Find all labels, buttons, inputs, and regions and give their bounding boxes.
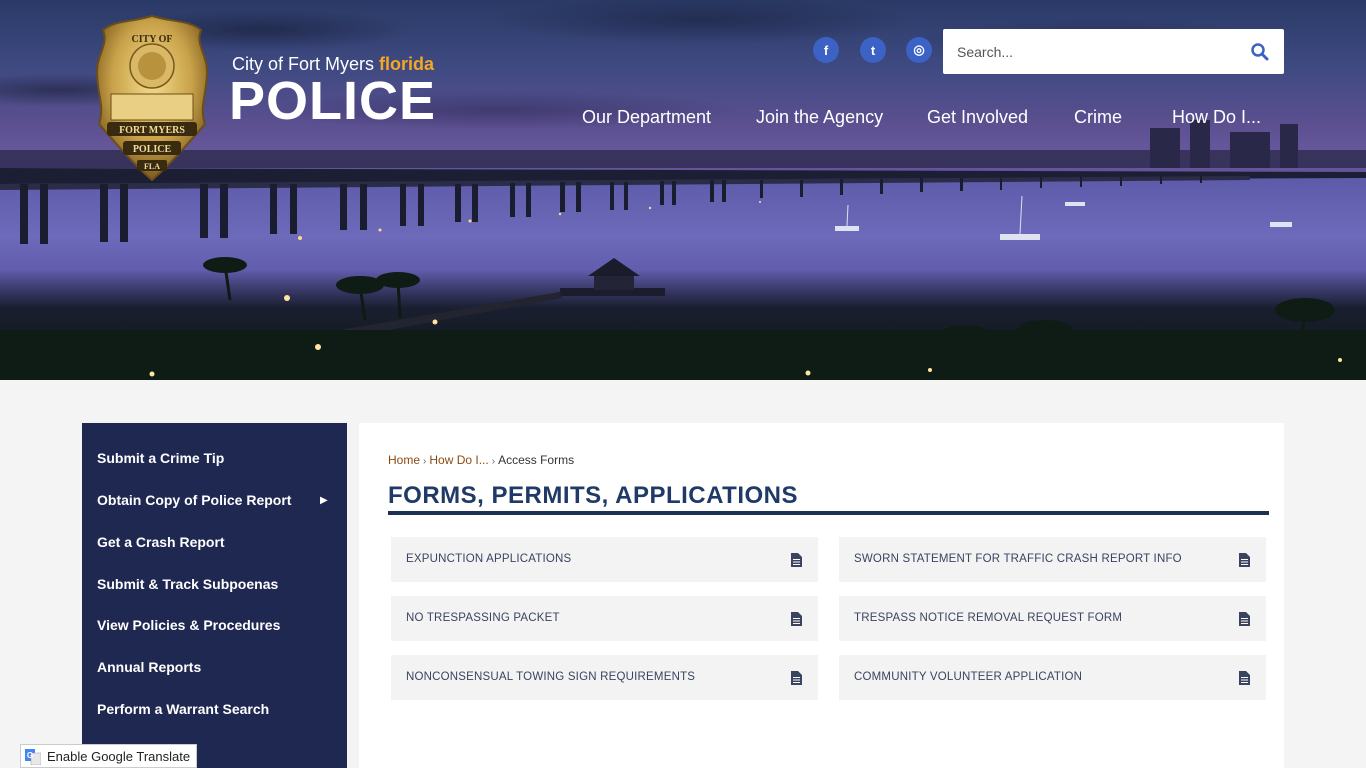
form-link-towing-sign[interactable]: NONCONSENSUAL TOWING SIGN REQUIREMENTS (391, 655, 818, 700)
breadcrumb-home[interactable]: Home (388, 453, 420, 467)
sidebar-menu: Submit a Crime Tip Obtain Copy of Police… (82, 423, 347, 768)
document-icon (791, 553, 802, 567)
form-link-label: NO TRESPASSING PACKET (406, 612, 560, 624)
badge-state-text: FLA (144, 162, 160, 171)
expand-arrow-icon[interactable]: ▶ (320, 495, 328, 506)
document-icon (791, 671, 802, 685)
sidebar-item-subpoenas[interactable]: Submit & Track Subpoenas (97, 576, 278, 592)
form-link-community-volunteer[interactable]: COMMUNITY VOLUNTEER APPLICATION (839, 655, 1266, 700)
form-link-label: COMMUNITY VOLUNTEER APPLICATION (854, 671, 1083, 683)
svg-text:G: G (27, 751, 33, 760)
form-link-expunction[interactable]: EXPUNCTION APPLICATIONS (391, 537, 818, 582)
nav-get-involved[interactable]: Get Involved (927, 107, 1028, 128)
nav-how-do-i[interactable]: How Do I... (1172, 107, 1261, 128)
form-link-sworn-statement[interactable]: SWORN STATEMENT FOR TRAFFIC CRASH REPORT… (839, 537, 1266, 582)
sidebar-item-crash-report[interactable]: Get a Crash Report (97, 534, 225, 550)
document-icon (1239, 553, 1250, 567)
form-link-label: SWORN STATEMENT FOR TRAFFIC CRASH REPORT… (854, 553, 1182, 565)
form-link-label: TRESPASS NOTICE REMOVAL REQUEST FORM (854, 612, 1123, 624)
badge-bottom-text: POLICE (133, 144, 172, 155)
breadcrumb-separator: › (491, 456, 496, 467)
document-icon (1239, 612, 1250, 626)
search-input[interactable] (957, 41, 1227, 63)
sidebar-item-submit-crime-tip[interactable]: Submit a Crime Tip (97, 450, 224, 466)
breadcrumb-how-do-i[interactable]: How Do I... (429, 453, 488, 467)
form-link-trespass-removal[interactable]: TRESPASS NOTICE REMOVAL REQUEST FORM (839, 596, 1266, 641)
breadcrumb: Home › How Do I... › Access Forms (388, 453, 574, 467)
main-content: Home › How Do I... › Access Forms FORMS, PER… (359, 423, 1284, 768)
sidebar-item-warrant-search[interactable]: Perform a Warrant Search (97, 701, 269, 717)
sidebar-item-policies[interactable]: View Policies & Procedures (97, 617, 280, 633)
badge-middle-text: FORT MYERS (119, 125, 185, 136)
search-icon[interactable] (1250, 42, 1270, 62)
sidebar-item-obtain-police-report[interactable]: Obtain Copy of Police Report (97, 492, 291, 508)
document-icon (791, 612, 802, 626)
breadcrumb-separator: › (423, 456, 427, 467)
facebook-icon[interactable]: f (813, 37, 839, 63)
badge-top-text: CITY OF (131, 34, 172, 45)
police-badge-logo[interactable]: CITY OF FORT MYERS POLICE FLA (93, 14, 211, 182)
form-link-label: NONCONSENSUAL TOWING SIGN REQUIREMENTS (406, 671, 696, 683)
google-translate-button[interactable]: G Enable Google Translate (20, 744, 197, 768)
nav-our-department[interactable]: Our Department (582, 107, 711, 128)
instagram-icon[interactable]: ◎ (906, 37, 932, 63)
google-translate-icon: G (25, 749, 41, 765)
nav-crime[interactable]: Crime (1074, 107, 1122, 128)
form-link-no-trespassing[interactable]: NO TRESPASSING PACKET (391, 596, 818, 641)
brand-title[interactable]: POLICE (229, 70, 436, 132)
breadcrumb-current: Access Forms (498, 453, 575, 467)
search-box (943, 29, 1284, 74)
sidebar-item-annual-reports[interactable]: Annual Reports (97, 659, 201, 675)
google-translate-label: Enable Google Translate (47, 749, 191, 764)
title-divider (388, 511, 1269, 515)
document-icon (1239, 671, 1250, 685)
twitter-icon[interactable]: t (860, 37, 886, 63)
page-title: FORMS, PERMITS, APPLICATIONS (388, 482, 799, 509)
nav-join-the-agency[interactable]: Join the Agency (756, 107, 883, 128)
form-link-label: EXPUNCTION APPLICATIONS (406, 553, 572, 565)
